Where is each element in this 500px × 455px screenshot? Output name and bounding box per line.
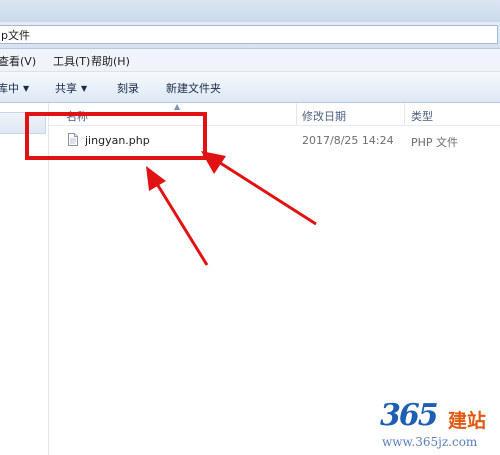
column-date-header[interactable]: 修改日期 <box>302 108 346 124</box>
column-name-header[interactable]: 名称 <box>66 108 88 124</box>
nav-selected-item[interactable] <box>0 112 46 134</box>
window-title-bar <box>0 0 500 22</box>
menu-view[interactable]: 查看(V) <box>0 53 36 69</box>
watermark-brand: 建站 <box>448 410 487 432</box>
php-file-icon <box>68 133 78 146</box>
column-divider[interactable] <box>296 103 297 125</box>
command-toolbar: 库中 ▼ 共享 ▼ 刻录 新建文件夹 <box>0 72 500 103</box>
chevron-down-icon: ▼ <box>81 84 88 93</box>
address-path-text: p文件 <box>1 29 30 42</box>
menu-help[interactable]: 帮助(H) <box>91 53 130 69</box>
share-button[interactable]: 共享 ▼ <box>55 80 87 96</box>
address-bar: p文件 <box>0 22 500 49</box>
burn-button[interactable]: 刻录 <box>117 80 139 96</box>
new-folder-button[interactable]: 新建文件夹 <box>166 80 221 96</box>
include-in-library-button[interactable]: 库中 ▼ <box>0 80 29 96</box>
watermark-number: 365 <box>380 398 439 433</box>
address-path-field[interactable]: p文件 <box>0 25 498 44</box>
share-label: 共享 <box>55 82 77 95</box>
menu-bar: 查看(V) 工具(T) 帮助(H) <box>0 49 500 72</box>
sort-ascending-icon: ▲ <box>174 102 181 111</box>
include-in-library-label: 库中 <box>0 82 19 95</box>
file-row[interactable]: jingyan.php 2017/8/25 14:24 PHP 文件 <box>49 130 500 152</box>
pointer-arrow-right <box>201 151 317 226</box>
column-divider[interactable] <box>404 103 405 125</box>
file-modified-date: 2017/8/25 14:24 <box>302 134 394 147</box>
chevron-down-icon: ▼ <box>23 84 30 93</box>
watermark-url: www.365jz.com <box>382 435 478 449</box>
column-header: ▲ 名称 修改日期 类型 <box>49 102 500 126</box>
site-watermark: 365 建站 www.365jz.com <box>372 398 500 455</box>
file-type: PHP 文件 <box>411 136 459 149</box>
pointer-arrow-bottom <box>146 166 209 266</box>
file-name: jingyan.php <box>85 134 150 147</box>
column-type-header[interactable]: 类型 <box>411 108 433 124</box>
navigation-pane[interactable] <box>0 103 49 455</box>
menu-tools[interactable]: 工具(T) <box>53 53 90 69</box>
